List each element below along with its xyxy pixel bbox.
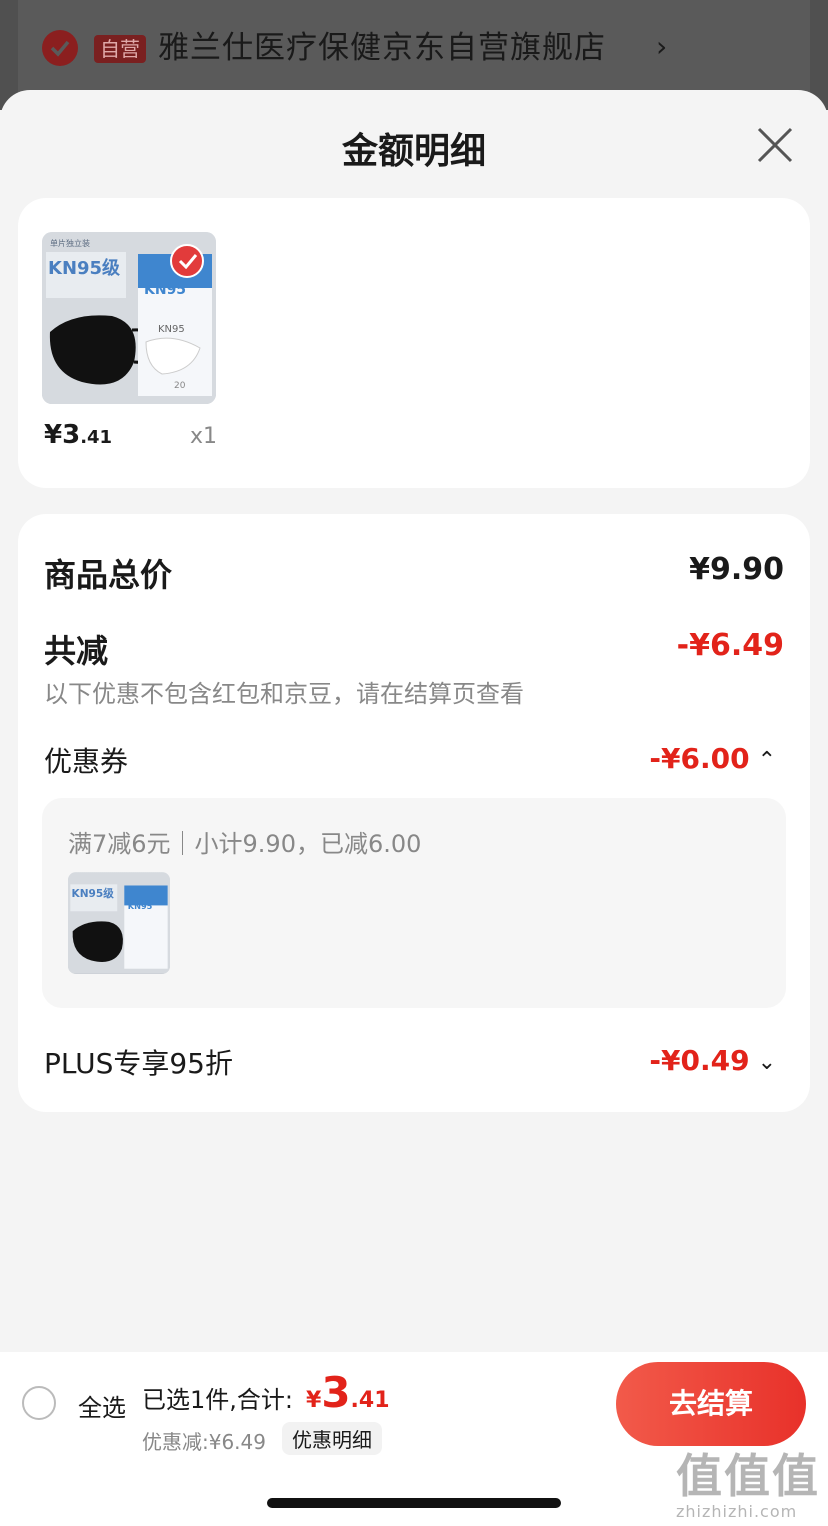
chevron-up-icon: ⌃ xyxy=(757,747,776,773)
discount-detail-button[interactable]: 优惠明细 xyxy=(282,1422,382,1455)
product-box-count: 20 xyxy=(174,381,186,391)
coupon-label: 优惠券 xyxy=(44,745,129,778)
total-currency: ¥ xyxy=(306,1388,322,1413)
watermark: 值值值 zhizhizhi.com xyxy=(676,1440,820,1521)
price-detail-card: 商品总价 ¥9.90 共减 -¥6.49 以下优惠不包含红包和京豆，请在结算页查… xyxy=(18,514,810,1112)
reduce-note: 以下优惠不包含红包和京豆，请在结算页查看 xyxy=(44,680,524,708)
coupon-detail-box: 满7减6元｜小计9.90，已减6.00 KN95级 KN95 xyxy=(42,798,786,1008)
checkout-button[interactable]: 去结算 xyxy=(616,1362,806,1446)
thumb-box-brand: KN95 xyxy=(128,901,153,911)
discount-summary: 优惠减:¥6.49 xyxy=(142,1430,266,1454)
store-check-icon[interactable] xyxy=(42,30,78,66)
product-grade-text: KN95级 xyxy=(48,257,121,279)
store-name[interactable]: 雅兰仕医疗保健京东自营旗舰店 xyxy=(158,28,606,68)
self-operated-tag: 自营 xyxy=(94,35,146,63)
coupon-value: -¥6.00 xyxy=(649,742,750,775)
goods-total-value: ¥9.90 xyxy=(689,552,784,587)
total-price: ¥3.41 xyxy=(306,1368,390,1417)
product-price: ¥3.41 xyxy=(44,420,112,450)
product-box-label: KN95 xyxy=(158,324,185,335)
coupon-product-thumbnail: KN95级 KN95 xyxy=(68,872,170,974)
goods-total-label: 商品总价 xyxy=(44,556,173,594)
total-reduce-label: 共减 xyxy=(44,632,109,670)
amount-detail-sheet: 金额明细 单片独立装 KN95级 KN95 KN95 20 ¥3.41 x1 商… xyxy=(0,90,828,1526)
product-price-main: ¥3 xyxy=(44,420,81,450)
product-check-icon[interactable] xyxy=(170,244,204,278)
close-icon[interactable] xyxy=(754,124,796,166)
chevron-right-icon[interactable]: › xyxy=(656,30,667,63)
product-price-decimal: .41 xyxy=(80,427,113,448)
select-all-radio[interactable] xyxy=(22,1386,56,1420)
home-indicator[interactable] xyxy=(267,1498,561,1508)
plus-discount-row[interactable]: -¥0.49 ⌄ xyxy=(649,1044,776,1077)
chevron-down-icon: ⌄ xyxy=(757,1049,776,1075)
total-main: 3 xyxy=(321,1368,351,1417)
product-badge-text: 单片独立装 xyxy=(50,238,90,248)
watermark-logo: 值值值 xyxy=(676,1449,820,1503)
product-quantity: x1 xyxy=(190,424,218,449)
select-all-label[interactable]: 全选 xyxy=(78,1388,126,1423)
total-reduce-value: -¥6.49 xyxy=(676,628,784,663)
product-card: 单片独立装 KN95级 KN95 KN95 20 ¥3.41 x1 xyxy=(18,198,810,488)
plus-discount-value: -¥0.49 xyxy=(649,1044,750,1077)
sheet-title: 金额明细 xyxy=(341,131,486,172)
plus-discount-label: PLUS专享95折 xyxy=(44,1047,233,1080)
product-image[interactable]: 单片独立装 KN95级 KN95 KN95 20 xyxy=(42,232,216,404)
thumb-grade-text: KN95级 xyxy=(72,887,115,900)
total-decimal: .41 xyxy=(350,1388,390,1413)
coupon-row[interactable]: -¥6.00 ⌃ xyxy=(649,742,776,775)
coupon-description: 满7减6元｜小计9.90，已减6.00 xyxy=(68,830,422,858)
product-box-brand: KN95 xyxy=(144,282,186,298)
selected-summary: 已选1件,合计: xyxy=(142,1386,293,1414)
